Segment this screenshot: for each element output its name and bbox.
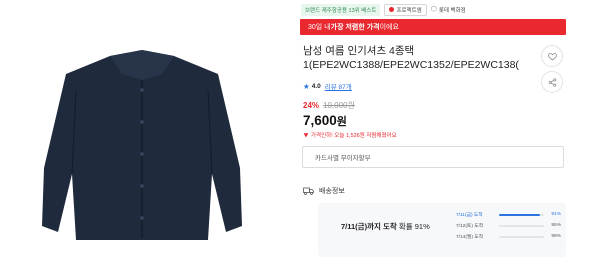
price-drop-text: 가격인하! 오늘 1,526원 저렴해졌어요 xyxy=(311,133,397,139)
product-image[interactable] xyxy=(0,0,292,257)
shirt-image xyxy=(42,50,242,240)
probability-value: 91% xyxy=(551,212,561,217)
original-price: 10,000원 xyxy=(323,101,355,110)
rating-summary: ★ 4.0 리뷰 87개 xyxy=(303,81,352,92)
product-info-panel: 브랜드 제주항공용 13위 베스트 프로젝트엠 ⬡ 롯데 백화점 30일 내 가… xyxy=(300,0,600,257)
probability-value: 95% xyxy=(551,223,561,228)
delivery-probability-row: 7/12(토) 도착 95% xyxy=(456,220,564,231)
star-icon: ★ xyxy=(303,81,310,91)
store-icon: ⬡ xyxy=(430,6,437,13)
brand-rank-badge: 브랜드 제주항공용 13위 베스트 xyxy=(301,3,381,16)
product-title: 남성 여름 인기셔츠 4종택 1(EPE2WC1388/EPE2WC1352/E… xyxy=(303,44,539,72)
promo-highlight: 가장 저렴한 가격 xyxy=(330,24,380,31)
product-title-line2: 1(EPE2WC1388/EPE2WC1352/EPE2WC138( xyxy=(303,59,519,71)
current-price-unit: 원 xyxy=(336,116,347,128)
heart-icon xyxy=(547,52,557,60)
delivery-date-bold: 7/11(금)까지 도착 xyxy=(341,222,397,231)
share-button[interactable] xyxy=(541,71,563,93)
current-price: 7,600원 xyxy=(303,113,397,129)
reviews-link[interactable]: 리뷰 87개 xyxy=(325,81,352,91)
product-title-line1: 남성 여름 인기셔츠 4종택 xyxy=(303,45,415,57)
brand-dot-icon xyxy=(389,7,395,12)
promo-suffix: 이에요 xyxy=(379,24,399,31)
probability-bar-fill xyxy=(499,213,540,216)
badge-row: 브랜드 제주항공용 13위 베스트 프로젝트엠 ⬡ 롯데 백화점 xyxy=(301,3,466,16)
delivery-probability-list: 7/11(금) 도착 91% 7/12(토) 도착 95% 7/14(월) 도착 99% xyxy=(456,209,564,242)
store-badge-label: 롯데 백화점 xyxy=(438,7,466,14)
probability-value: 99% xyxy=(551,234,561,239)
wishlist-button[interactable] xyxy=(541,45,563,67)
store-badge[interactable]: ⬡ 롯데 백화점 xyxy=(431,6,466,14)
delivery-probability: 확률 91% xyxy=(396,222,430,231)
brand-badge-label: 프로젝트엠 xyxy=(396,7,422,14)
delivery-probability-row: 7/11(금) 도착 91% xyxy=(456,209,564,220)
delivery-heading-label: 배송정보 xyxy=(319,188,345,195)
probability-date-label: 7/14(월) 도착 xyxy=(456,235,484,240)
truck-icon xyxy=(303,187,314,195)
price-block: 24% 10,000원 7,600원 가격인하! 오늘 1,526원 저렴해졌어… xyxy=(303,100,397,139)
delivery-estimate-box: 7/11(금)까지 도착 확률 91% 7/11(금) 도착 91% 7/12(토)… xyxy=(318,203,566,257)
rating-score: 4.0 xyxy=(311,82,321,90)
lowest-price-banner: 30일 내 가장 저렴한 가격 이에요 xyxy=(300,19,566,35)
current-price-value: 7,600 xyxy=(303,113,337,128)
card-installment-select[interactable]: 카드사별 무이자할부 xyxy=(302,146,564,168)
share-icon xyxy=(548,77,556,87)
probability-bar xyxy=(499,213,544,216)
delivery-probability-row: 7/14(월) 도착 99% xyxy=(456,231,564,242)
promo-prefix: 30일 내 xyxy=(308,24,331,31)
probability-bar xyxy=(499,224,544,227)
discount-rate: 24% xyxy=(303,101,320,110)
card-installment-label: 카드사별 무이자할부 xyxy=(315,155,371,162)
price-drop-icon xyxy=(303,133,309,138)
delivery-estimate-text: 7/11(금)까지 도착 확률 91% xyxy=(341,221,430,232)
probability-date-label: 7/12(토) 도착 xyxy=(456,224,484,229)
price-drop-note: 가격인하! 오늘 1,526원 저렴해졌어요 xyxy=(303,131,397,139)
delivery-heading: 배송정보 xyxy=(303,186,345,196)
probability-bar xyxy=(499,235,544,238)
probability-date-label: 7/11(금) 도착 xyxy=(456,213,483,218)
brand-badge[interactable]: 프로젝트엠 xyxy=(384,3,427,16)
